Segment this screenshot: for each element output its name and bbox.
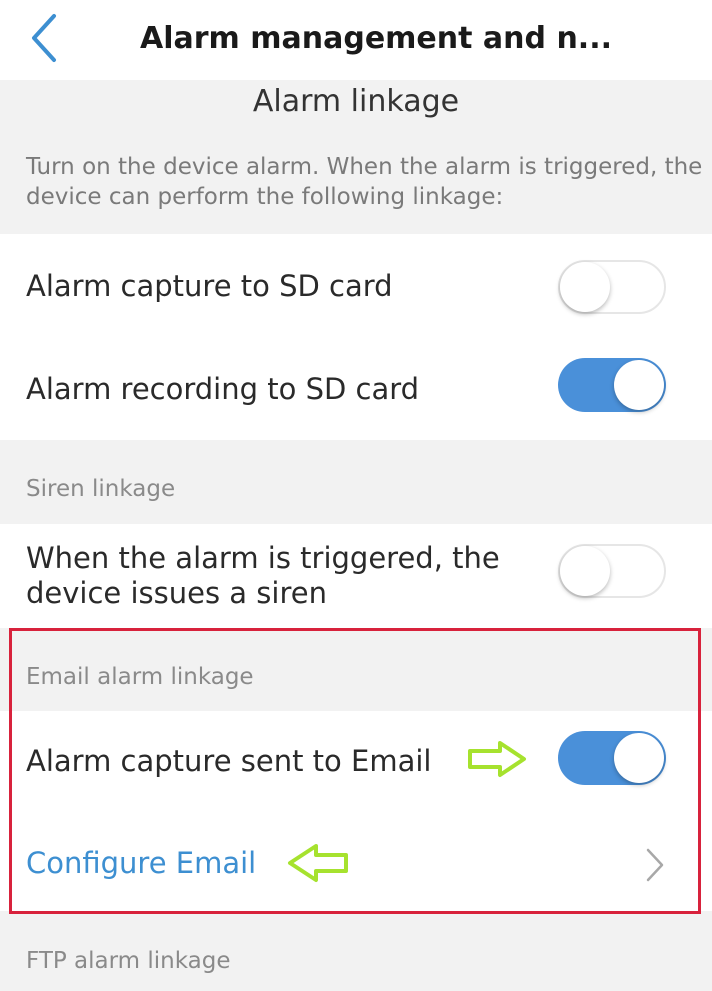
toggle-knob [614, 733, 664, 783]
row-email-capture: Alarm capture sent to Email [0, 711, 712, 815]
header-bar: Alarm management and n... [0, 0, 712, 80]
email-capture-toggle[interactable] [558, 731, 666, 785]
alarm-recording-sd-toggle[interactable] [558, 358, 666, 412]
alarm-linkage-title: Alarm linkage [252, 84, 460, 119]
email-linkage-section-label: Email alarm linkage [26, 664, 254, 690]
chevron-left-icon [32, 14, 56, 62]
chevron-right-icon [646, 848, 664, 882]
toggle-knob [614, 360, 664, 410]
row-siren: When the alarm is triggered, the device … [0, 524, 712, 628]
row-alarm-capture-sd: Alarm capture to SD card [0, 234, 712, 338]
alarm-linkage-description: Turn on the device alarm. When the alarm… [26, 154, 703, 210]
toggle-knob [560, 262, 610, 312]
back-button[interactable] [22, 10, 72, 66]
ftp-linkage-section-label: FTP alarm linkage [26, 948, 231, 974]
annotation-arrow-right-icon [468, 741, 526, 777]
alarm-capture-sd-toggle[interactable] [558, 260, 666, 314]
siren-label: When the alarm is triggered, the device … [26, 541, 500, 610]
toggle-knob [560, 546, 610, 596]
page-title: Alarm management and n... [140, 21, 612, 56]
alarm-capture-sd-label: Alarm capture to SD card [26, 269, 393, 303]
row-alarm-recording-sd: Alarm recording to SD card [0, 338, 712, 440]
siren-linkage-section-label: Siren linkage [26, 476, 176, 502]
email-capture-label: Alarm capture sent to Email [26, 744, 432, 778]
annotation-arrow-left-icon [288, 844, 348, 882]
alarm-management-screen: Alarm management and n... Alarm linkage … [0, 0, 712, 991]
row-configure-email[interactable]: Configure Email [0, 815, 712, 911]
configure-email-link[interactable]: Configure Email [26, 846, 256, 880]
alarm-recording-sd-label: Alarm recording to SD card [26, 372, 420, 406]
siren-toggle[interactable] [558, 544, 666, 598]
